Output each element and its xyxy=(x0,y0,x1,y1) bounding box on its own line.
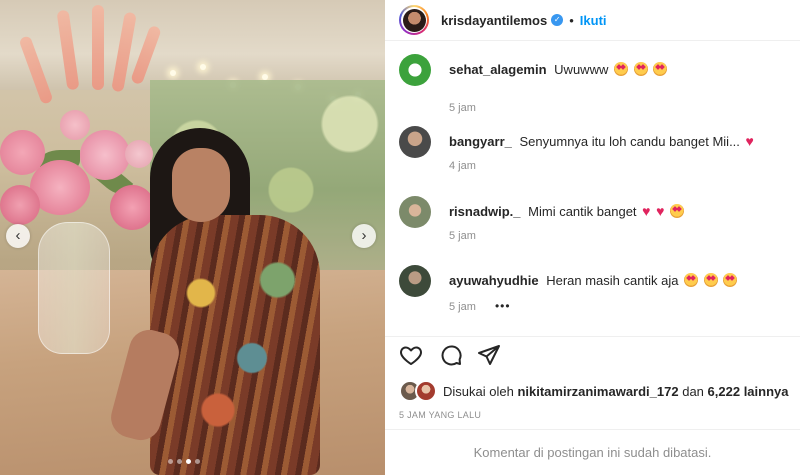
post-sidebar: krisdayantilemos ✓ • Ikuti sehat_alagemi… xyxy=(385,0,800,475)
likes-summary[interactable]: Disukai oleh nikitamirzanimawardi_172 da… xyxy=(399,380,789,402)
chevron-right-icon: › xyxy=(361,227,367,244)
star-eyes-emoji-icon xyxy=(613,62,628,76)
glass-vase xyxy=(38,222,110,354)
comments-list: sehat_alagemin Uwuwww 5 jam bangyarr_ Se… xyxy=(385,41,800,336)
post-header: krisdayantilemos ✓ • Ikuti xyxy=(385,0,800,41)
comment-time: 5 jam ••• xyxy=(449,299,511,313)
next-slide-button[interactable]: › xyxy=(352,224,376,248)
comment-time-text: 5 jam xyxy=(449,102,476,114)
star-eyes-emoji-icon xyxy=(633,62,648,76)
comment-time-text: 5 jam xyxy=(449,230,476,242)
comment-time-text: 4 jam xyxy=(449,160,476,172)
comment-username[interactable]: ayuwahyudhie xyxy=(449,273,539,288)
like-heart-icon[interactable] xyxy=(399,343,423,367)
ceiling-light xyxy=(170,70,176,76)
comment-text: Mimi cantik banget xyxy=(528,204,637,219)
post-actions xyxy=(385,336,800,377)
likes-connector: dan xyxy=(682,383,704,399)
comment-bubble-icon[interactable] xyxy=(439,343,463,367)
previous-slide-button[interactable]: ‹ xyxy=(6,224,30,248)
carousel-dot xyxy=(177,459,182,464)
commenter-avatar[interactable] xyxy=(399,126,431,158)
author-username[interactable]: krisdayantilemos xyxy=(441,13,547,28)
author-avatar[interactable] xyxy=(399,5,429,35)
commenter-avatar[interactable] xyxy=(399,265,431,297)
carousel-dot-active xyxy=(186,459,191,464)
woman-face xyxy=(172,148,230,222)
commenter-avatar[interactable] xyxy=(399,54,431,86)
share-paper-plane-icon[interactable] xyxy=(477,343,501,367)
liker-username[interactable]: nikitamirzanimawardi_172 xyxy=(517,384,678,399)
red-heart-emoji-icon: ♥ xyxy=(642,203,651,219)
post-timestamp: 5 JAM YANG LALU xyxy=(399,410,482,420)
red-heart-emoji-icon: ♥ xyxy=(745,133,754,149)
comment-options-icon[interactable]: ••• xyxy=(495,299,511,313)
carousel-dot xyxy=(168,459,173,464)
comment-username[interactable]: sehat_alagemin xyxy=(449,62,547,77)
liker-avatar xyxy=(415,380,437,402)
comment-text: Uwuwww xyxy=(554,62,609,77)
flower-bouquet xyxy=(0,0,170,250)
comment-text: Heran masih cantik aja xyxy=(546,273,679,288)
comment-text: Senyumnya itu loh candu banget Mii... xyxy=(519,134,740,149)
comment-username[interactable]: risnadwip._ xyxy=(449,204,521,219)
star-eyes-emoji-icon xyxy=(703,273,718,287)
likes-prefix: Disukai oleh xyxy=(443,383,514,399)
star-eyes-emoji-icon xyxy=(723,273,738,287)
star-eyes-emoji-icon xyxy=(670,204,685,218)
comment-username[interactable]: bangyarr_ xyxy=(449,134,512,149)
star-eyes-emoji-icon xyxy=(684,273,699,287)
star-eyes-emoji-icon xyxy=(653,62,668,76)
red-heart-emoji-icon: ♥ xyxy=(656,203,665,219)
separator-dot: • xyxy=(569,12,574,28)
follow-button[interactable]: Ikuti xyxy=(580,13,607,28)
carousel-indicator xyxy=(168,459,200,464)
comment-time: 5 jam xyxy=(449,102,476,114)
likes-others-count[interactable]: 6,222 lainnya xyxy=(708,384,789,399)
commenter-avatar[interactable] xyxy=(399,196,431,228)
post-photo[interactable]: ‹ › xyxy=(0,0,385,475)
comment-time: 4 jam xyxy=(449,160,476,172)
comment-time: 5 jam xyxy=(449,230,476,242)
carousel-dot xyxy=(195,459,200,464)
comment-time-text: 5 jam xyxy=(449,301,476,313)
comments-limited-notice: Komentar di postingan ini sudah dibatasi… xyxy=(385,429,800,476)
chevron-left-icon: ‹ xyxy=(15,227,21,244)
verified-badge-icon: ✓ xyxy=(551,14,564,26)
likes-text: Disukai oleh nikitamirzanimawardi_172 da… xyxy=(443,384,789,399)
ceiling-light xyxy=(200,64,206,70)
